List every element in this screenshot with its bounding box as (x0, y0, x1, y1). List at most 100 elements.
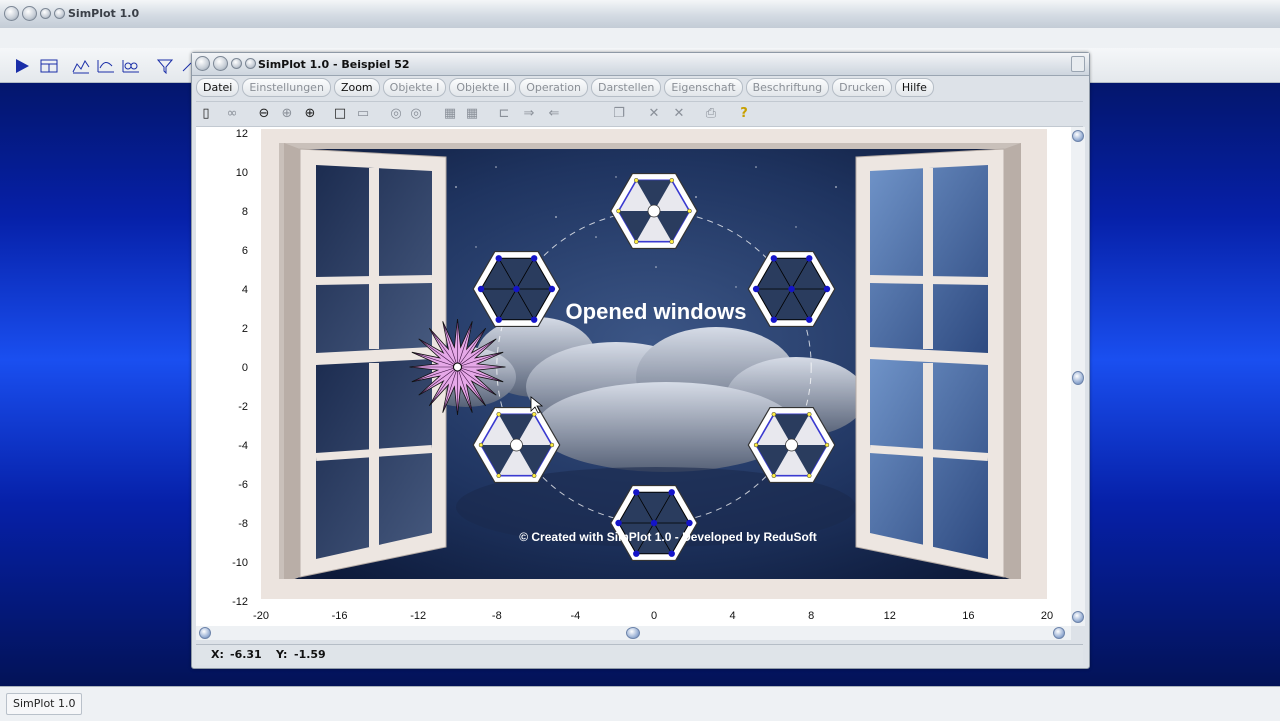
document-titlebar: SimPlot 1.0 - Beispiel 52 (192, 53, 1089, 76)
x-tick-label: 16 (962, 610, 974, 622)
menu-eigenschaft[interactable]: Eigenschaft (664, 78, 743, 97)
document-toolbar: ▯ ∞ ⊖ ⊕ ⊕ □ ▭ ◎ ◎ ▦ ▦ ⊏ ⇒ ⇐ ❐ ✕ ✕ ⎙ ? (196, 101, 1083, 127)
horizontal-scrollbar[interactable] (196, 626, 1071, 640)
calculator-icon[interactable]: ▦ (464, 106, 480, 122)
y-tick-label: 8 (242, 206, 248, 218)
vertical-scroll-thumb[interactable] (1072, 371, 1084, 385)
x-tick-label: -4 (571, 610, 581, 622)
plot-credit: © Created with SimPlot 1.0 - Developed b… (519, 530, 817, 544)
y-coordinate-value: -1.59 (294, 648, 326, 661)
menu-darstellen[interactable]: Darstellen (590, 78, 662, 97)
y-tick-label: -10 (232, 557, 248, 569)
y-tick-label: 10 (236, 167, 248, 179)
status-bar: X: -6.31 Y: -1.59 (196, 644, 1083, 665)
horizontal-scroll-thumb[interactable] (626, 627, 640, 639)
y-coordinate-label: Y: (276, 648, 288, 661)
y-tick-label: 6 (242, 245, 248, 257)
restore-button[interactable] (54, 8, 65, 19)
vertical-scrollbar[interactable] (1071, 127, 1085, 626)
menu-hilfe[interactable]: Hilfe (894, 78, 934, 97)
copy-object-icon[interactable]: ◎ (388, 106, 404, 122)
x-tick-label: -8 (492, 610, 502, 622)
menu-beschriftung[interactable]: Beschriftung (745, 78, 830, 97)
scroll-down-button[interactable] (1072, 611, 1084, 623)
outer-titlebar: SimPlot 1.0 (0, 0, 1280, 29)
scroll-right-button[interactable] (1053, 627, 1065, 639)
menu-einstellungen[interactable]: Einstellungen (242, 78, 331, 97)
function-plot-icon[interactable] (97, 58, 115, 74)
x-coordinate-label: X: (211, 648, 224, 661)
y-tick-label: 0 (242, 362, 248, 374)
y-tick-label: -4 (238, 440, 248, 452)
title-end-control[interactable] (1071, 56, 1085, 72)
plot-canvas[interactable]: -20 -16 -12 -8 -4 0 4 8 12 16 20121086420-2-4-6-8-… (196, 127, 1071, 626)
right-window-sash (855, 143, 1021, 583)
outer-window-title: SimPlot 1.0 (68, 7, 140, 20)
y-tick-label: -12 (232, 596, 248, 608)
delete-all-icon[interactable]: ✕ (671, 106, 687, 122)
double-rect-icon[interactable]: ▭ (355, 106, 371, 122)
scroll-left-button[interactable] (199, 627, 211, 639)
zoom-out-icon[interactable]: ⊖ (256, 106, 272, 122)
paste-object-icon[interactable]: ◎ (408, 106, 424, 122)
arrow-left-icon[interactable]: ⇐ (546, 106, 562, 122)
taskbar: SimPlot 1.0 (0, 686, 1280, 721)
x-tick-label: 20 (1041, 610, 1053, 622)
x-coordinate-value: -6.31 (230, 648, 262, 661)
x-tick-label: 4 (730, 610, 736, 622)
printer-icon[interactable]: ⎙ (703, 106, 719, 122)
table-icon[interactable]: ▦ (442, 106, 458, 122)
x-tick-label: 8 (808, 610, 814, 622)
taskbar-item-simplot[interactable]: SimPlot 1.0 (6, 693, 83, 715)
glasses-icon[interactable]: ∞ (224, 106, 240, 122)
document-maximize-button[interactable] (231, 58, 242, 69)
maximize-button[interactable] (40, 8, 51, 19)
y-tick-label: 2 (242, 323, 248, 335)
outer-menu-strip (0, 28, 1280, 49)
menu-operation[interactable]: Operation (519, 78, 588, 97)
document-window-controls (195, 56, 256, 71)
data-plot-icon[interactable] (122, 58, 140, 74)
window-controls (4, 6, 65, 21)
pages-icon[interactable]: ❐ (611, 106, 627, 122)
x-tick-label: -16 (332, 610, 348, 622)
zoom-icon[interactable]: ⊕ (279, 106, 295, 122)
arrow-right-icon[interactable]: ⇒ (521, 106, 537, 122)
funnel-icon[interactable] (157, 58, 173, 74)
x-tick-label: 12 (884, 610, 896, 622)
x-tick-label: 0 (651, 610, 657, 622)
document-restore-button[interactable] (245, 58, 256, 69)
document-minimize-button[interactable] (213, 56, 228, 71)
line-chart-icon[interactable] (72, 58, 90, 74)
y-tick-label: 12 (236, 128, 248, 140)
menu-drucken[interactable]: Drucken (832, 78, 892, 97)
menu-objekte-i[interactable]: Objekte I (382, 78, 447, 97)
menu-zoom[interactable]: Zoom (333, 78, 380, 97)
y-tick-label: -2 (238, 401, 248, 413)
delete-icon[interactable]: ✕ (646, 106, 662, 122)
x-tick-label: -12 (410, 610, 426, 622)
menu-objekte-ii[interactable]: Objekte II (449, 78, 517, 97)
align-icon[interactable]: ⊏ (496, 106, 512, 122)
scroll-up-button[interactable] (1072, 130, 1084, 142)
menu-datei[interactable]: Datei (196, 78, 240, 97)
help-icon[interactable]: ? (736, 106, 752, 122)
play-icon[interactable] (14, 58, 30, 74)
plot-area[interactable]: -20 -16 -12 -8 -4 0 4 8 12 16 20 12 10 8 6 4 2 0 -2 -4 -6 -8-… (196, 127, 1071, 626)
y-tick-label: -6 (238, 479, 248, 491)
x-tick-label: -20 (253, 610, 269, 622)
grid-icon[interactable] (40, 59, 58, 73)
minimize-button[interactable] (22, 6, 37, 21)
document-window: SimPlot 1.0 - Beispiel 52 Datei Einstellu… (191, 52, 1090, 669)
document-title: SimPlot 1.0 - Beispiel 52 (258, 58, 410, 71)
select-icon[interactable]: ▯ (198, 106, 214, 122)
y-tick-label: 4 (242, 284, 248, 296)
left-window-sash (284, 143, 447, 583)
menu-bar: Datei Einstellungen Zoom Objekte I Objekte I… (196, 78, 934, 100)
zoom-in-icon[interactable]: ⊕ (302, 106, 318, 122)
rectangle-icon[interactable]: □ (332, 106, 348, 122)
close-button[interactable] (4, 6, 19, 21)
plot-heading: Opened windows (566, 299, 747, 324)
document-close-button[interactable] (195, 56, 210, 71)
y-tick-label: -8 (238, 518, 248, 530)
